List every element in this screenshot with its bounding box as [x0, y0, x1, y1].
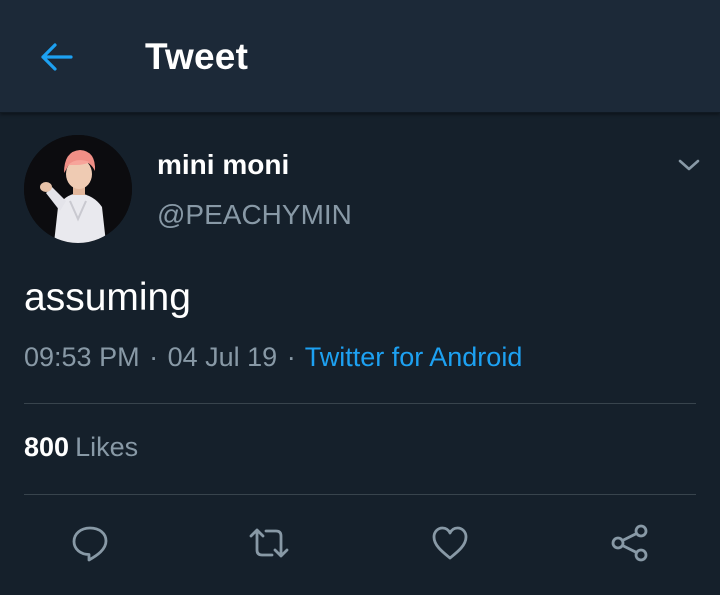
- top-bar: Tweet: [0, 0, 720, 113]
- heart-icon: [432, 526, 468, 560]
- separator-dot: ·: [286, 342, 296, 372]
- share-button[interactable]: [607, 520, 653, 566]
- like-button[interactable]: [427, 520, 473, 566]
- avatar[interactable]: [24, 135, 132, 243]
- page-title: Tweet: [145, 36, 249, 77]
- retweet-icon: [249, 528, 289, 558]
- likes-summary[interactable]: 800 Likes: [24, 432, 138, 463]
- likes-label: Likes: [75, 432, 139, 462]
- back-button[interactable]: [34, 37, 78, 77]
- separator-dot: ·: [149, 342, 159, 372]
- divider: [24, 494, 696, 495]
- profile-photo: [24, 135, 132, 243]
- tweet-menu-button[interactable]: [672, 150, 706, 180]
- author-handle[interactable]: @PEACHYMIN: [157, 199, 352, 231]
- likes-count: 800: [24, 432, 70, 462]
- tweet-source-link[interactable]: Twitter for Android: [305, 342, 523, 372]
- author-display-name[interactable]: mini moni: [157, 149, 289, 181]
- comment-icon: [72, 526, 108, 562]
- tweet-metadata: 09:53 PM · 04 Jul 19 · Twitter for Andro…: [24, 342, 522, 373]
- tweet-date: 04 Jul 19: [167, 342, 278, 372]
- tweet-time: 09:53 PM: [24, 342, 140, 372]
- tweet-text: assuming: [24, 276, 191, 319]
- share-icon: [611, 524, 648, 562]
- retweet-button[interactable]: [246, 520, 292, 566]
- arrow-left-icon: [41, 43, 73, 71]
- divider: [24, 403, 696, 404]
- chevron-down-icon: [678, 159, 700, 171]
- reply-button[interactable]: [67, 520, 113, 566]
